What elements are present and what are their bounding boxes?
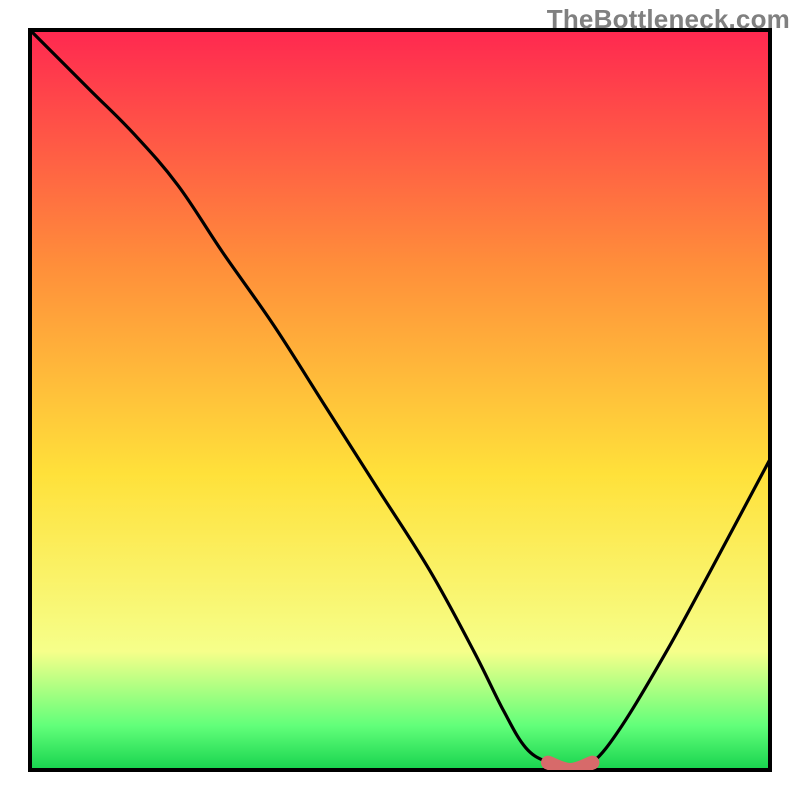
chart-stage: TheBottleneck.com	[0, 0, 800, 800]
optimal-range-highlight	[548, 763, 592, 770]
bottleneck-chart	[0, 0, 800, 800]
watermark-label: TheBottleneck.com	[547, 4, 790, 35]
